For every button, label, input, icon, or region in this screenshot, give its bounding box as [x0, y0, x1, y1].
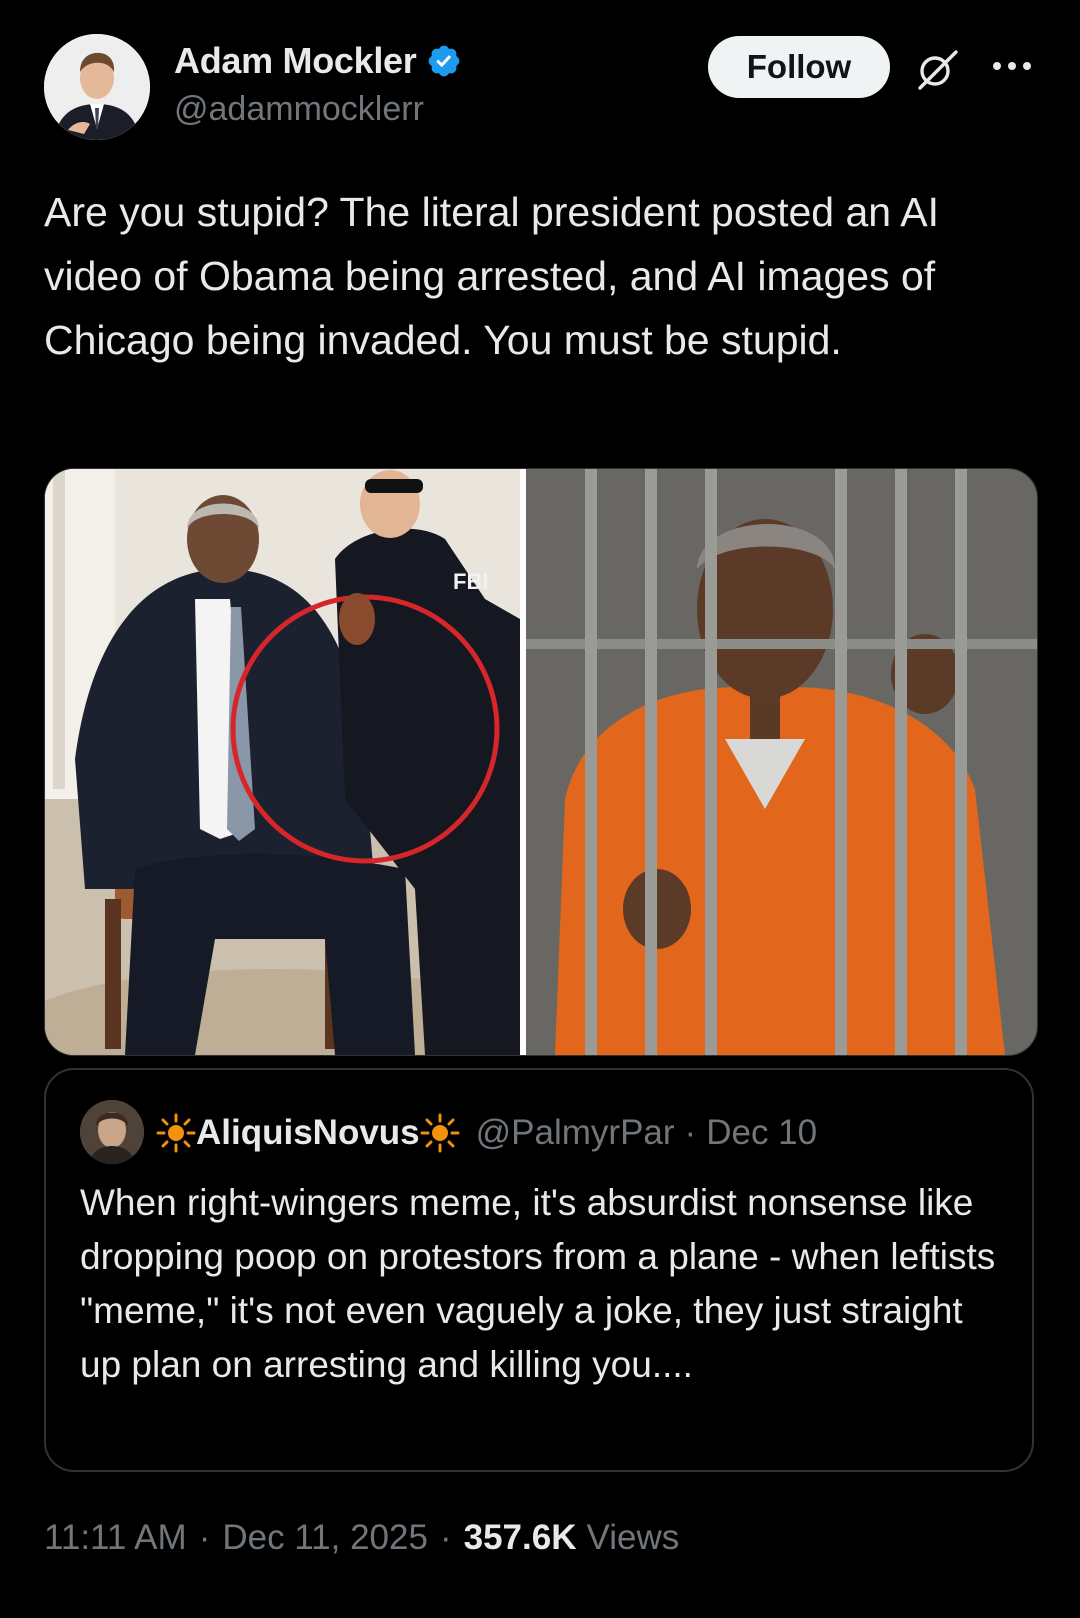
quoted-text: When right-wingers meme, it's absurdist … — [80, 1182, 996, 1385]
sun-icon — [156, 1113, 196, 1153]
separator-dot: · — [198, 1518, 211, 1557]
quoted-header: AliquisNovus @PalmyrPar · Dec 10 — [156, 1110, 817, 1156]
tweet: Adam Mockler @adammocklerr Follow Are yo… — [0, 0, 1080, 1618]
separator-dot: · — [439, 1518, 452, 1557]
quoted-date[interactable]: Dec 10 — [706, 1113, 817, 1153]
post-date[interactable]: Dec 11, 2025 — [222, 1518, 428, 1558]
views-label: Views — [586, 1518, 680, 1557]
post-text: Are you stupid? The literal president po… — [44, 189, 951, 363]
avatar[interactable] — [44, 34, 150, 140]
verified-badge-icon[interactable] — [426, 43, 462, 79]
sun-icon — [420, 1113, 460, 1153]
author-display-name[interactable]: Adam Mockler — [174, 40, 417, 82]
post-media[interactable]: FBI — [44, 468, 1038, 1056]
svg-text:FBI: FBI — [453, 569, 488, 594]
separator-dot: · — [684, 1113, 697, 1152]
quoted-display-name[interactable]: AliquisNovus — [196, 1113, 420, 1153]
quoted-tweet[interactable]: AliquisNovus @PalmyrPar · Dec 10 When ri… — [44, 1068, 1034, 1472]
author-handle[interactable]: @adammocklerr — [174, 90, 462, 129]
more-options-icon[interactable] — [990, 54, 1034, 78]
views-count[interactable]: 357.6K — [464, 1518, 577, 1558]
quoted-handle[interactable]: @PalmyrPar — [476, 1113, 675, 1153]
author-name-row: Adam Mockler — [174, 38, 462, 84]
post-time[interactable]: 11:11 AM — [44, 1518, 187, 1558]
media-left-image: FBI — [45, 469, 535, 1055]
post-meta: 11:11 AM · Dec 11, 2025 · 357.6K Views — [44, 1518, 679, 1558]
author-block: Adam Mockler @adammocklerr — [174, 38, 462, 129]
media-right-image — [526, 469, 1037, 1055]
grok-icon[interactable] — [912, 44, 962, 94]
quoted-avatar[interactable] — [80, 1100, 144, 1164]
follow-button[interactable]: Follow — [708, 36, 890, 98]
